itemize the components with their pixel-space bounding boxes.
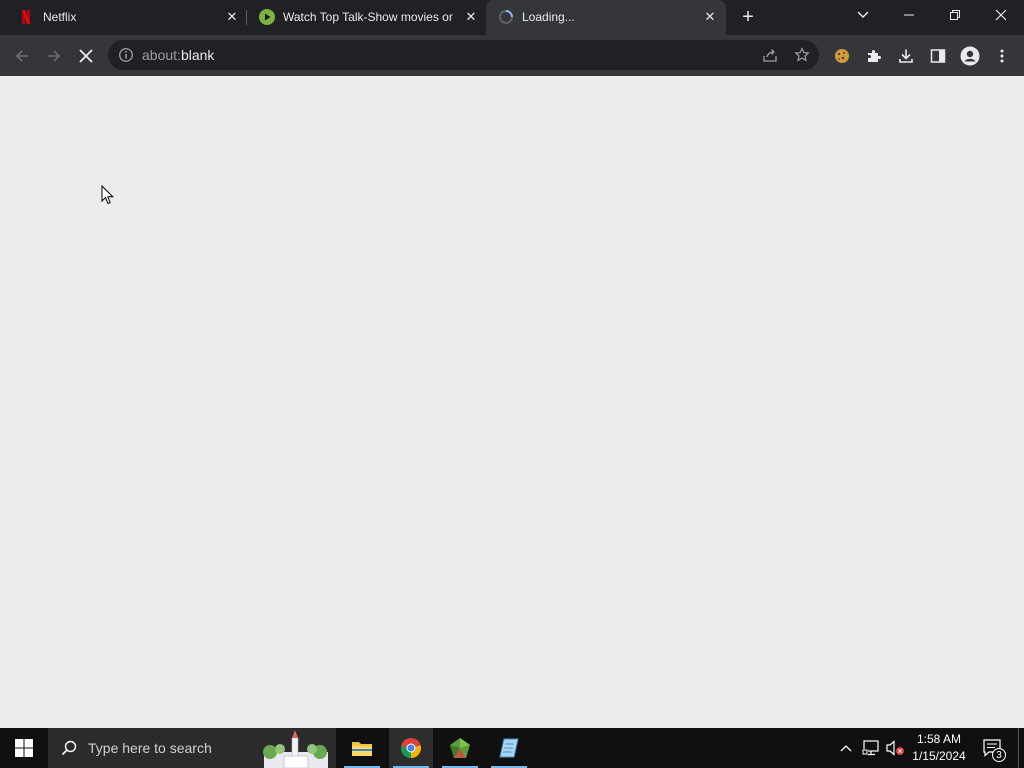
cookie-extension-icon[interactable] bbox=[832, 46, 852, 66]
bookmark-star-icon[interactable] bbox=[794, 47, 810, 63]
network-icon[interactable] bbox=[860, 728, 882, 768]
forward-button[interactable] bbox=[44, 46, 64, 66]
file-explorer-app[interactable] bbox=[340, 728, 384, 768]
show-desktop-button[interactable] bbox=[1018, 728, 1024, 768]
notification-count-badge: 3 bbox=[992, 748, 1006, 762]
tab-title: Netflix bbox=[43, 10, 77, 24]
page-content-blank[interactable] bbox=[0, 76, 1024, 728]
folder-icon bbox=[352, 742, 372, 756]
taskbar-search-box[interactable]: Type here to search bbox=[48, 728, 336, 768]
start-button[interactable] bbox=[2, 728, 46, 768]
menu-kebab-icon[interactable] bbox=[992, 46, 1012, 66]
close-tab-icon[interactable]: ✕ bbox=[463, 9, 479, 25]
chrome-app[interactable] bbox=[389, 728, 433, 768]
extensions-puzzle-icon[interactable] bbox=[864, 46, 884, 66]
show-hidden-icons-chevron[interactable] bbox=[836, 728, 856, 768]
windows-taskbar: Type here to search 1:58 AM 1/15/2024 3 bbox=[0, 728, 1024, 768]
profile-avatar-icon[interactable] bbox=[960, 46, 980, 66]
green-gem-icon bbox=[450, 738, 470, 758]
volume-muted-icon[interactable] bbox=[884, 728, 906, 768]
share-icon[interactable] bbox=[762, 47, 778, 63]
play-circle-icon bbox=[259, 9, 275, 25]
close-tab-icon[interactable]: ✕ bbox=[702, 9, 718, 25]
chrome-logo-icon bbox=[400, 738, 422, 758]
address-bar[interactable]: about:blank bbox=[108, 40, 819, 70]
restore-button[interactable] bbox=[932, 0, 978, 30]
url-scheme: about: bbox=[142, 47, 181, 63]
url-path: blank bbox=[180, 47, 215, 63]
clock-date: 1/15/2024 bbox=[912, 749, 966, 763]
tab-talk-show[interactable]: Watch Top Talk-Show movies on ✕ bbox=[247, 0, 486, 35]
tab-loading[interactable]: Loading... ✕ bbox=[486, 0, 726, 35]
green-gem-app[interactable] bbox=[438, 728, 482, 768]
windows-logo-icon bbox=[15, 739, 33, 757]
clock-time: 1:58 AM bbox=[916, 732, 962, 746]
tab-strip: Netflix ✕ Watch Top Talk-Show movies on … bbox=[0, 0, 1024, 35]
tab-title: Loading... bbox=[522, 10, 575, 24]
tab-netflix[interactable]: Netflix ✕ bbox=[0, 0, 246, 35]
search-placeholder: Type here to search bbox=[88, 740, 212, 756]
site-info-icon[interactable] bbox=[118, 47, 134, 63]
close-window-button[interactable] bbox=[978, 0, 1024, 30]
side-panel-icon[interactable] bbox=[928, 46, 948, 66]
close-tab-icon[interactable]: ✕ bbox=[224, 9, 240, 25]
netflix-logo-icon bbox=[22, 10, 30, 24]
mouse-cursor-icon bbox=[101, 185, 115, 205]
search-highlight-illustration-icon bbox=[263, 730, 328, 768]
notepad-icon bbox=[499, 738, 519, 758]
minimize-button[interactable] bbox=[886, 0, 932, 30]
loading-spinner-icon bbox=[499, 10, 513, 24]
tab-search-chevron-icon[interactable] bbox=[840, 0, 886, 30]
back-button[interactable] bbox=[12, 46, 32, 66]
url-text[interactable]: about:blank bbox=[142, 47, 214, 63]
notification-center-button[interactable]: 3 bbox=[980, 728, 1006, 768]
stop-loading-button[interactable] bbox=[76, 46, 96, 66]
download-icon[interactable] bbox=[896, 46, 916, 66]
new-tab-button[interactable]: + bbox=[739, 7, 757, 27]
system-clock[interactable]: 1:58 AM 1/15/2024 bbox=[905, 731, 973, 765]
notepad-app[interactable] bbox=[487, 728, 531, 768]
browser-toolbar: about:blank bbox=[0, 35, 1024, 76]
search-icon bbox=[61, 740, 77, 756]
tab-title: Watch Top Talk-Show movies on bbox=[283, 10, 453, 24]
